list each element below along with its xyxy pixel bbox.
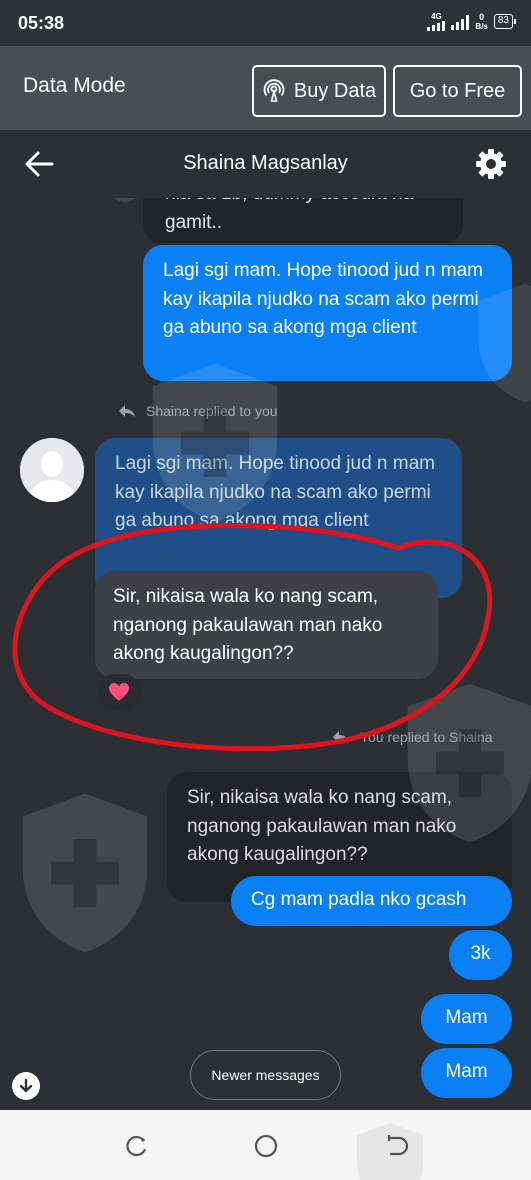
gear-icon[interactable] — [475, 148, 507, 180]
avatar[interactable] — [20, 438, 84, 502]
message-text: Sir, nikaisa wala ko nang scam, nganong … — [113, 586, 383, 664]
my-message-bubble[interactable]: Mam — [421, 994, 512, 1044]
message-text: 3k — [470, 943, 491, 964]
chat-header: Shaina Magsanlay — [0, 130, 531, 198]
newer-messages-button[interactable]: Newer messages — [190, 1050, 341, 1100]
reply-indicator: Shaina replied to you — [118, 403, 278, 419]
home-icon[interactable] — [252, 1132, 280, 1160]
network-indicator: 4G — [427, 12, 446, 31]
buy-data-button[interactable]: Buy Data — [252, 65, 386, 117]
status-icons: 4G 0 B/s 83 — [427, 11, 517, 31]
go-to-free-label: Go to Free — [409, 79, 506, 102]
heart-reaction[interactable] — [97, 674, 141, 710]
reply-label-text: You replied to Shaina — [360, 729, 493, 745]
net-speed-unit: B/s — [475, 21, 488, 31]
reply-label-text: Shaina replied to you — [146, 403, 278, 419]
their-message-bubble[interactable]: Sir, nikaisa wala ko nang scam, nganong … — [95, 571, 438, 679]
broadcast-icon — [263, 79, 285, 102]
chat-area[interactable]: nia sa 1b, dummy account na gamit.. Lagi… — [0, 198, 531, 1110]
data-mode-bar: Data Mode Buy Data Go to Free — [0, 46, 531, 130]
newer-messages-label: Newer messages — [211, 1067, 320, 1083]
message-text: Lagi sgi mam. Hope tinood jud n mam kay … — [163, 260, 483, 338]
network-type: 4G — [431, 12, 442, 21]
my-message-bubble[interactable]: 3k — [449, 930, 512, 980]
data-mode-label: Data Mode — [23, 74, 126, 97]
person-icon — [20, 438, 84, 502]
watermark-shield-icon — [22, 793, 148, 953]
reply-indicator: You replied to Shaina — [332, 729, 493, 745]
reply-icon — [119, 405, 135, 417]
message-text: Sir, nikaisa wala ko nang scam, nganong … — [187, 787, 457, 865]
conversation-title[interactable]: Shaina Magsanlay — [0, 152, 531, 175]
message-text: Mam — [445, 1007, 488, 1028]
status-time: 05:38 — [18, 13, 65, 33]
status-bar: 05:38 4G 0 B/s 83 — [0, 0, 531, 46]
battery-level: 83 — [497, 15, 509, 26]
battery-icon: 83 — [493, 14, 517, 29]
scroll-down-button[interactable] — [12, 1072, 40, 1100]
signal-icon — [427, 21, 446, 31]
signal-icon-2 — [451, 14, 470, 30]
buy-data-label: Buy Data — [293, 79, 377, 102]
my-message-bubble[interactable]: Lagi sgi mam. Hope tinood jud n mam kay … — [143, 245, 512, 381]
recent-apps-icon[interactable] — [122, 1132, 150, 1160]
message-text: Cg mam padla nko gcash — [251, 889, 467, 910]
go-to-free-button[interactable]: Go to Free — [393, 65, 522, 117]
message-text: Mam — [445, 1061, 488, 1082]
message-text: Lagi sgi mam. Hope tinood jud n mam kay … — [115, 453, 435, 531]
message-bubble-partial: nia sa 1b, dummy account na gamit.. — [143, 198, 463, 244]
net-speed-value: 0 — [479, 11, 485, 22]
message-text: gamit.. — [165, 211, 223, 233]
reply-icon — [333, 731, 349, 743]
arrow-down-icon — [19, 1078, 33, 1093]
message-text: nia sa 1b, dummy account na — [165, 198, 441, 209]
my-message-bubble[interactable]: Cg mam padla nko gcash — [231, 876, 512, 926]
my-message-bubble[interactable]: Mam — [421, 1048, 512, 1098]
heart-icon — [109, 683, 129, 701]
back-nav-icon[interactable] — [382, 1132, 410, 1160]
net-speed: 0 B/s — [475, 11, 488, 31]
system-nav-bar — [0, 1110, 531, 1180]
